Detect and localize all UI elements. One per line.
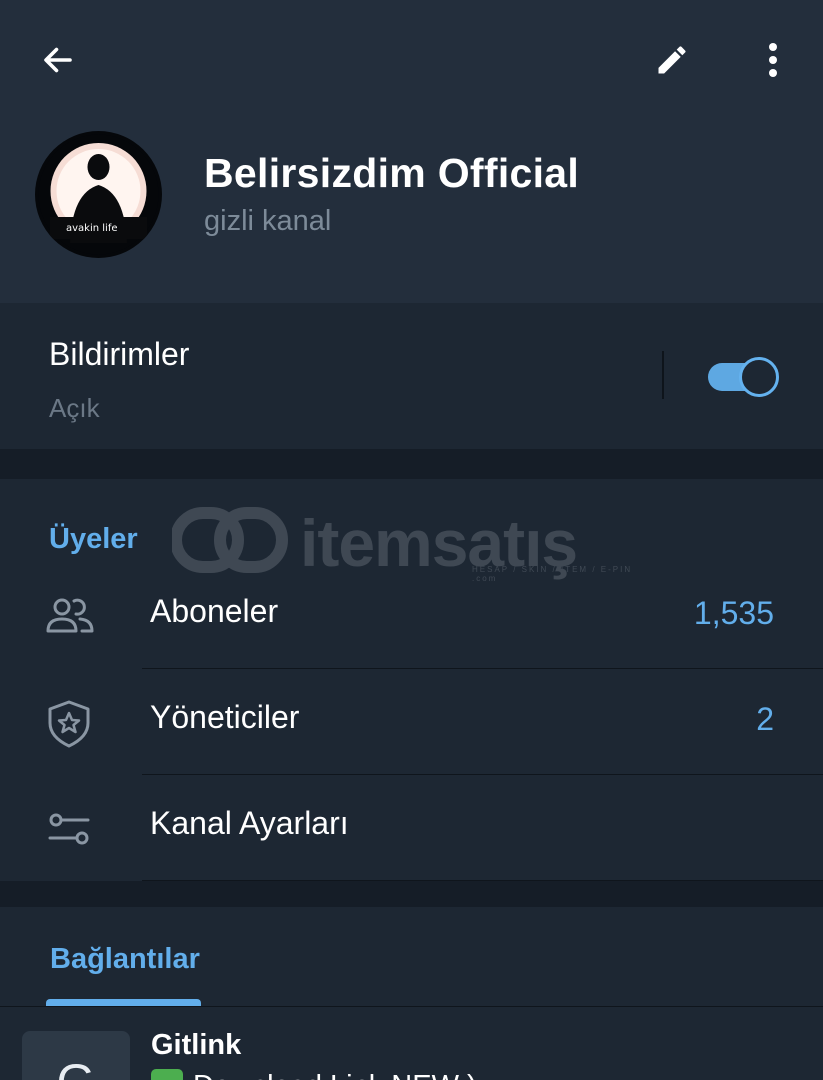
channel-title: Belirsizdim Official: [204, 150, 580, 196]
link-thumbnail-letter: G: [22, 1053, 130, 1080]
channel-settings-label: Kanal Ayarları: [150, 805, 349, 841]
section-gap: [0, 881, 823, 907]
notifications-status: Açık: [49, 393, 100, 423]
pencil-icon: [658, 46, 686, 74]
notifications-divider: [662, 351, 664, 399]
admins-count: 2: [756, 701, 774, 737]
link-subtitle-row: Download Link NEW ): [151, 1069, 477, 1080]
sliders-icon: [48, 813, 90, 845]
edit-button[interactable]: [642, 36, 702, 84]
toggle-knob: [739, 357, 779, 397]
link-thumbnail: G: [22, 1031, 130, 1080]
notifications-title: Bildirimler: [49, 336, 190, 372]
admins-row[interactable]: Yöneticiler 2: [0, 669, 823, 775]
tab-links[interactable]: Bağlantılar: [50, 943, 200, 976]
members-section-title: Üyeler: [49, 523, 138, 555]
check-mark-icon: [151, 1069, 183, 1080]
admins-label: Yöneticiler: [150, 699, 300, 735]
notifications-toggle[interactable]: [706, 357, 779, 397]
channel-settings-row[interactable]: Kanal Ayarları: [0, 775, 823, 881]
arrow-left-icon: [44, 47, 72, 73]
link-title: Gitlink: [151, 1029, 242, 1061]
back-button[interactable]: [28, 36, 88, 84]
section-gap: [0, 449, 823, 479]
people-icon: [46, 598, 94, 633]
members-section: itemsatış HESAP / SKIN / ITEM / E-PIN .c…: [0, 479, 823, 881]
links-section: Bağlantılar G Gitlink Download Link NEW …: [0, 907, 823, 1080]
notifications-row[interactable]: Bildirimler Açık: [0, 303, 823, 449]
more-vertical-icon: [769, 43, 777, 77]
avatar-logo-text: avakin life: [66, 223, 118, 234]
tab-divider: [0, 1006, 823, 1007]
subscribers-label: Aboneler: [150, 593, 279, 629]
channel-avatar[interactable]: avakin life: [35, 131, 162, 258]
avatar-image: avakin life: [38, 134, 159, 255]
channel-subtitle: gizli kanal: [204, 205, 332, 237]
link-subtitle: Download Link NEW ): [193, 1070, 477, 1080]
more-options-button[interactable]: [746, 36, 800, 84]
subscribers-count: 1,535: [693, 595, 774, 631]
subscribers-row[interactable]: Aboneler 1,535: [0, 563, 823, 669]
shield-star-icon: [48, 700, 90, 748]
channel-header: avakin life Belirsizdim Official gizli k…: [0, 0, 823, 303]
